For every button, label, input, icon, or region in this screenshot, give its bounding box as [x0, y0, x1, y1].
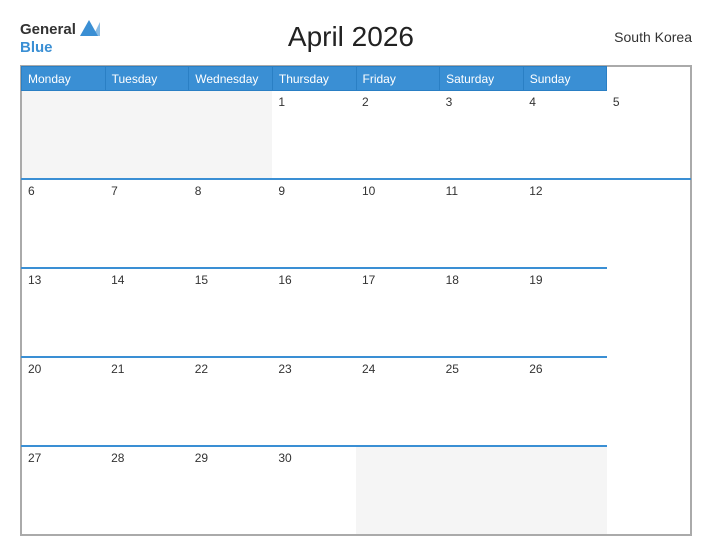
day-number: 12 [529, 184, 542, 198]
calendar-cell [105, 91, 189, 180]
calendar-cell: 13 [22, 268, 106, 357]
day-number: 5 [613, 95, 620, 109]
page: General Blue April 2026 South Korea Mond… [0, 0, 712, 550]
calendar-cell: 4 [523, 91, 607, 180]
calendar-cell: 3 [440, 91, 524, 180]
calendar-week-3: 20 21 22 23 24 25 26 [22, 357, 691, 446]
calendar-cell: 16 [272, 268, 356, 357]
day-number: 20 [28, 362, 41, 376]
day-number: 24 [362, 362, 375, 376]
calendar-week-4: 27 28 29 30 [22, 446, 691, 535]
calendar-cell: 23 [272, 357, 356, 446]
calendar-cell: 22 [189, 357, 273, 446]
calendar-cell: 10 [356, 179, 440, 268]
calendar-week-0: 1 2 3 4 5 [22, 91, 691, 180]
day-header-wednesday: Wednesday [189, 67, 273, 91]
calendar-week-1: 6 7 8 9 10 11 12 [22, 179, 691, 268]
day-header-monday: Monday [22, 67, 106, 91]
calendar-cell: 8 [189, 179, 273, 268]
day-number: 30 [278, 451, 291, 465]
day-header-sunday: Sunday [523, 67, 607, 91]
calendar-cell: 6 [22, 179, 106, 268]
calendar-cell [523, 446, 607, 535]
calendar-cell [22, 91, 106, 180]
calendar-cell: 29 [189, 446, 273, 535]
day-number: 11 [446, 184, 458, 198]
logo-icon [78, 18, 100, 40]
header: General Blue April 2026 South Korea [20, 18, 692, 55]
day-number: 10 [362, 184, 375, 198]
day-number: 29 [195, 451, 208, 465]
calendar-cell [356, 446, 440, 535]
calendar-title: April 2026 [100, 21, 602, 53]
day-number: 22 [195, 362, 208, 376]
calendar-cell: 2 [356, 91, 440, 180]
day-number: 8 [195, 184, 202, 198]
calendar-cell: 28 [105, 446, 189, 535]
logo-general-text: General [20, 22, 76, 37]
day-number: 16 [278, 273, 291, 287]
calendar-cell: 7 [105, 179, 189, 268]
calendar-cell: 9 [272, 179, 356, 268]
day-number: 19 [529, 273, 542, 287]
calendar-cell: 15 [189, 268, 273, 357]
calendar-cell: 5 [607, 91, 691, 180]
calendar-cell: 24 [356, 357, 440, 446]
day-number: 23 [278, 362, 291, 376]
calendar-cell: 1 [272, 91, 356, 180]
day-number: 4 [529, 95, 536, 109]
day-number: 28 [111, 451, 124, 465]
calendar-cell: 30 [272, 446, 356, 535]
day-number: 1 [278, 95, 285, 109]
logo-blue-text: Blue [20, 40, 53, 55]
day-number: 2 [362, 95, 369, 109]
calendar-table: MondayTuesdayWednesdayThursdayFridaySatu… [21, 66, 691, 535]
day-number: 26 [529, 362, 542, 376]
day-number: 21 [111, 362, 124, 376]
calendar-cell: 27 [22, 446, 106, 535]
calendar-cell [189, 91, 273, 180]
day-number: 25 [446, 362, 459, 376]
day-number: 3 [446, 95, 453, 109]
calendar-cell [440, 446, 524, 535]
calendar-week-2: 13 14 15 16 17 18 19 [22, 268, 691, 357]
calendar-cell: 21 [105, 357, 189, 446]
day-number: 14 [111, 273, 124, 287]
calendar-cell: 19 [523, 268, 607, 357]
calendar-container: MondayTuesdayWednesdayThursdayFridaySatu… [20, 65, 692, 536]
day-header-friday: Friday [356, 67, 440, 91]
day-number: 6 [28, 184, 35, 198]
day-number: 27 [28, 451, 41, 465]
calendar-cell: 20 [22, 357, 106, 446]
day-number: 17 [362, 273, 375, 287]
calendar-cell: 25 [440, 357, 524, 446]
day-number: 9 [278, 184, 285, 198]
logo: General Blue [20, 18, 100, 55]
calendar-body: 1234567891011121314151617181920212223242… [22, 91, 691, 535]
days-header-row: MondayTuesdayWednesdayThursdayFridaySatu… [22, 67, 691, 91]
day-number: 18 [446, 273, 459, 287]
day-header-saturday: Saturday [440, 67, 524, 91]
day-number: 7 [111, 184, 118, 198]
calendar-header: MondayTuesdayWednesdayThursdayFridaySatu… [22, 67, 691, 91]
day-number: 13 [28, 273, 41, 287]
calendar-cell: 14 [105, 268, 189, 357]
calendar-cell: 26 [523, 357, 607, 446]
day-header-thursday: Thursday [272, 67, 356, 91]
calendar-cell: 17 [356, 268, 440, 357]
region-label: South Korea [602, 29, 692, 45]
day-header-tuesday: Tuesday [105, 67, 189, 91]
calendar-cell: 18 [440, 268, 524, 357]
calendar-cell: 11 [440, 179, 524, 268]
day-number: 15 [195, 273, 208, 287]
calendar-cell: 12 [523, 179, 607, 268]
